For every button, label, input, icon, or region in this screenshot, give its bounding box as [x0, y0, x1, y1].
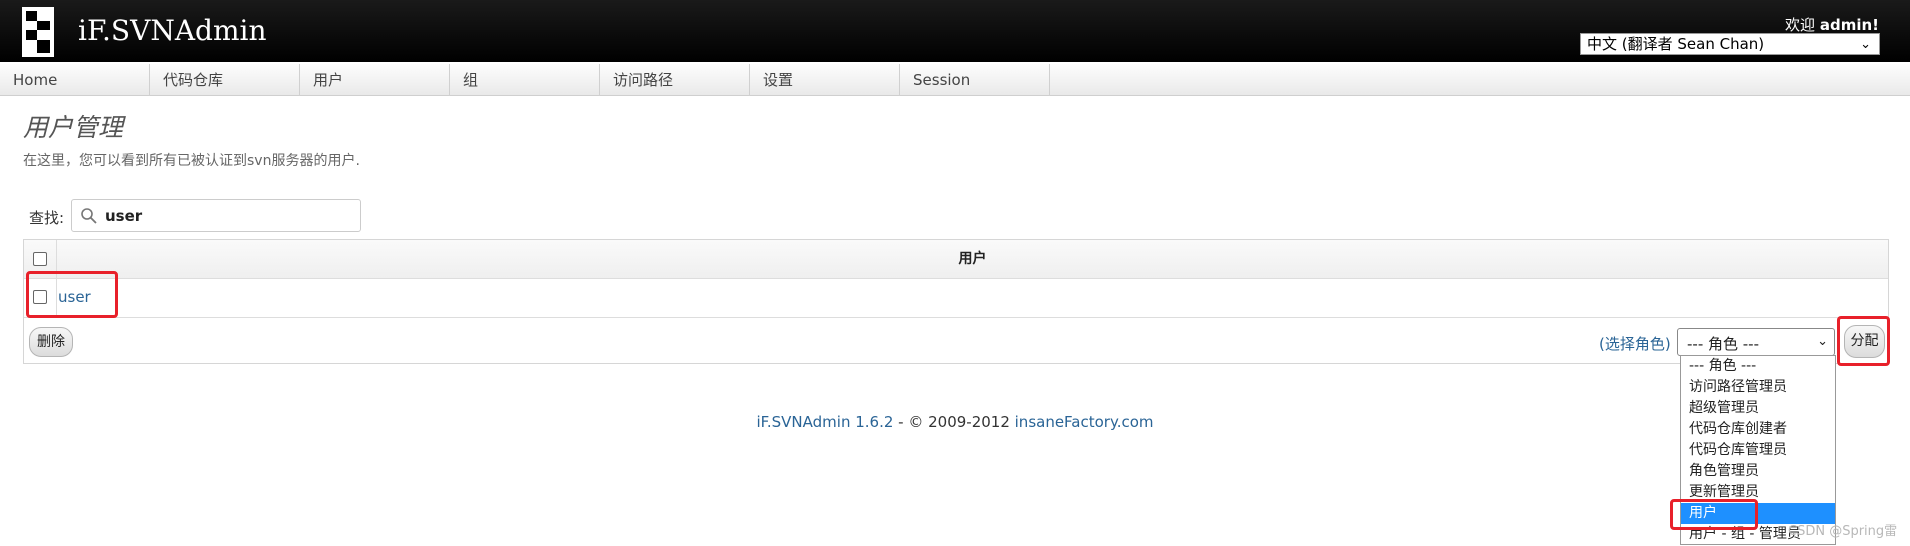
product-link[interactable]: iF.SVNAdmin 1.6.2 [756, 413, 893, 431]
page-footer: iF.SVNAdmin 1.6.2 - © 2009-2012 insaneFa… [0, 413, 1910, 431]
chevron-down-icon: ⌄ [1817, 334, 1828, 349]
nav-item-groups[interactable]: 组 [450, 64, 600, 96]
delete-button[interactable]: 删除 [29, 327, 73, 357]
role-option[interactable]: 访问路径管理员 [1681, 377, 1835, 398]
role-select-value: --- 角色 --- [1687, 335, 1760, 353]
welcome-text: 欢迎 admin! [1785, 14, 1879, 35]
nav-item-settings[interactable]: 设置 [750, 64, 900, 96]
nav-item-session[interactable]: Session [900, 64, 1050, 96]
nav-item-repositories[interactable]: 代码仓库 [150, 64, 300, 96]
app-header: iF.SVNAdmin 欢迎 admin! 中文 (翻译者 Sean Chan)… [0, 0, 1910, 62]
search-icon [80, 207, 98, 225]
table-header: 用户 [24, 240, 1888, 279]
nav-item-users[interactable]: 用户 [300, 64, 450, 96]
role-option[interactable]: 代码仓库管理员 [1681, 440, 1835, 461]
role-select[interactable]: --- 角色 --- ⌄ [1677, 328, 1835, 356]
role-option[interactable]: --- 角色 --- [1681, 356, 1835, 377]
table-row: user [24, 279, 1888, 318]
page-title: 用户管理 [23, 113, 124, 142]
page-description: 在这里，您可以看到所有已被认证到svn服务器的用户. [23, 153, 360, 169]
role-option[interactable]: 角色管理员 [1681, 461, 1835, 482]
search-label: 查找: [29, 209, 65, 227]
annotation-box-assign [1837, 316, 1890, 366]
select-all-checkbox[interactable] [33, 252, 47, 266]
current-username: admin! [1819, 16, 1879, 34]
copyright-text: - © 2009-2012 [893, 413, 1015, 431]
nav-item-home[interactable]: Home [0, 64, 150, 96]
column-header-user: 用户 [958, 251, 987, 267]
role-hint: (选择角色) [1599, 335, 1671, 353]
annotation-box-user-row [26, 271, 118, 318]
company-link[interactable]: insaneFactory.com [1015, 413, 1154, 431]
ifsvnadmin-logo-icon [22, 7, 54, 57]
users-table: 用户 user 删除 (选择角色) --- 角色 --- ⌄ 分配 [23, 239, 1889, 364]
search-input-value: user [105, 207, 143, 225]
annotation-box-role-user [1670, 499, 1758, 530]
nav-item-access-paths[interactable]: 访问路径 [600, 64, 750, 96]
language-select-value: 中文 (翻译者 Sean Chan) [1587, 35, 1765, 53]
app-title: iF.SVNAdmin [78, 14, 267, 47]
watermark: CSDN @Spring雷 [1788, 524, 1898, 539]
welcome-prefix: 欢迎 [1785, 16, 1816, 34]
language-select[interactable]: 中文 (翻译者 Sean Chan) ⌄ [1580, 33, 1880, 55]
search-input[interactable]: user [71, 199, 361, 232]
main-nav: Home 代码仓库 用户 组 访问路径 设置 Session [0, 64, 1910, 96]
table-footer: 删除 (选择角色) --- 角色 --- ⌄ 分配 [24, 319, 1888, 364]
chevron-down-icon: ⌄ [1860, 37, 1871, 52]
